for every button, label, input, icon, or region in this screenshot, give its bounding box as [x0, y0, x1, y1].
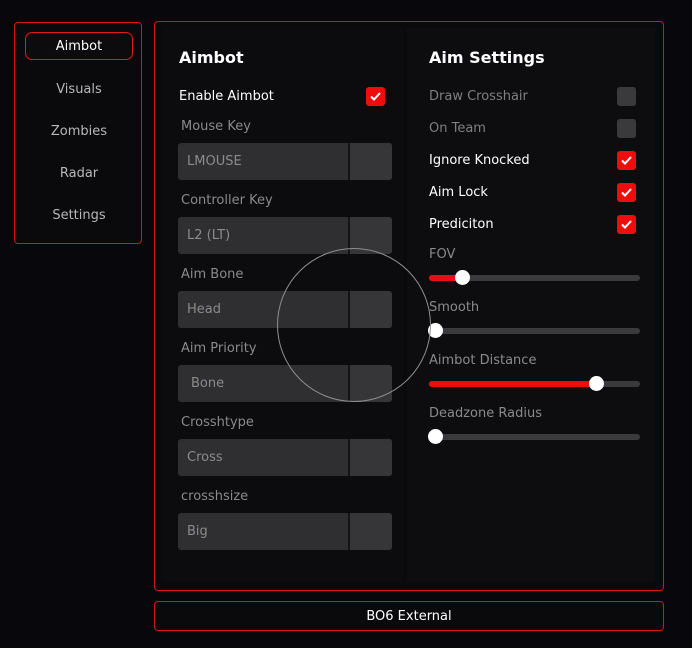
- crosshsize-value: Big: [187, 524, 208, 539]
- main-panel: Aimbot Enable Aimbot Mouse Key LMOUSE Co…: [154, 21, 664, 591]
- aim-bone-value: Head: [187, 302, 221, 317]
- aim-bone-dropdown[interactable]: Head: [178, 291, 392, 328]
- checkmark-icon: [621, 220, 632, 229]
- aim-settings-section-title: Aim Settings: [429, 48, 545, 67]
- deadzone-radius-slider[interactable]: [427, 429, 640, 444]
- ignore-knocked-label: Ignore Knocked: [429, 153, 530, 168]
- smooth-label: Smooth: [429, 300, 480, 315]
- draw-crosshair-label: Draw Crosshair: [429, 89, 528, 104]
- checkmark-icon: [621, 156, 632, 165]
- sidebar-item-radar[interactable]: Radar: [25, 159, 133, 187]
- crosshtype-dropdown-button[interactable]: [350, 439, 392, 476]
- enable-aimbot-checkbox[interactable]: [366, 87, 385, 106]
- aim-priority-label: Aim Priority: [181, 341, 257, 356]
- on-team-checkbox[interactable]: [617, 119, 636, 138]
- enable-aimbot-label: Enable Aimbot: [179, 89, 274, 104]
- aim-priority-value: Bone: [191, 376, 225, 391]
- aim-priority-dropdown[interactable]: Bone: [178, 365, 392, 402]
- ignore-knocked-checkbox[interactable]: [617, 151, 636, 170]
- mouse-key-value: LMOUSE: [187, 154, 242, 169]
- app-title-footer: BO6 External: [154, 601, 664, 631]
- aim-bone-dropdown-button[interactable]: [350, 291, 392, 328]
- deadzone-radius-slider-handle[interactable]: [427, 429, 443, 444]
- aimbot-section-title: Aimbot: [179, 48, 244, 67]
- sidebar-item-visuals[interactable]: Visuals: [25, 75, 133, 103]
- aimbot-distance-slider-handle[interactable]: [588, 376, 604, 391]
- crosshtype-value: Cross: [187, 450, 223, 465]
- smooth-slider[interactable]: [427, 323, 640, 338]
- aimbot-distance-label: Aimbot Distance: [429, 353, 537, 368]
- controller-key-dropdown[interactable]: L2 (LT): [178, 217, 392, 254]
- checkmark-icon: [621, 188, 632, 197]
- aimbot-distance-slider-fill: [429, 381, 597, 387]
- crosshsize-dropdown[interactable]: Big: [178, 513, 392, 550]
- aimbot-distance-slider[interactable]: [429, 376, 640, 391]
- checkmark-icon: [370, 92, 381, 101]
- fov-slider[interactable]: [429, 270, 640, 285]
- draw-crosshair-checkbox[interactable]: [617, 87, 636, 106]
- aim-lock-label: Aim Lock: [429, 185, 488, 200]
- crosshtype-dropdown[interactable]: Cross: [178, 439, 392, 476]
- deadzone-radius-label: Deadzone Radius: [429, 406, 542, 421]
- mouse-key-dropdown[interactable]: LMOUSE: [178, 143, 392, 180]
- sidebar-item-zombies[interactable]: Zombies: [25, 117, 133, 145]
- crosshsize-label: crosshsize: [181, 489, 249, 504]
- mouse-key-label: Mouse Key: [181, 119, 251, 134]
- aim-lock-checkbox[interactable]: [617, 183, 636, 202]
- aim-priority-dropdown-button[interactable]: [350, 365, 392, 402]
- aim-bone-label: Aim Bone: [181, 267, 244, 282]
- controller-key-value: L2 (LT): [187, 228, 231, 243]
- sidebar-item-settings[interactable]: Settings: [25, 201, 133, 229]
- controller-key-label: Controller Key: [181, 193, 273, 208]
- fov-label: FOV: [429, 247, 456, 262]
- crosshtype-label: Crosshtype: [181, 415, 254, 430]
- controller-key-dropdown-button[interactable]: [350, 217, 392, 254]
- crosshsize-dropdown-button[interactable]: [350, 513, 392, 550]
- on-team-label: On Team: [429, 121, 486, 136]
- sidebar-item-aimbot[interactable]: Aimbot: [25, 32, 133, 60]
- sidebar-nav: Aimbot Visuals Zombies Radar Settings: [14, 22, 142, 244]
- smooth-slider-handle[interactable]: [427, 323, 443, 338]
- mouse-key-dropdown-button[interactable]: [350, 143, 392, 180]
- prediction-label: Prediciton: [429, 217, 494, 232]
- prediction-checkbox[interactable]: [617, 215, 636, 234]
